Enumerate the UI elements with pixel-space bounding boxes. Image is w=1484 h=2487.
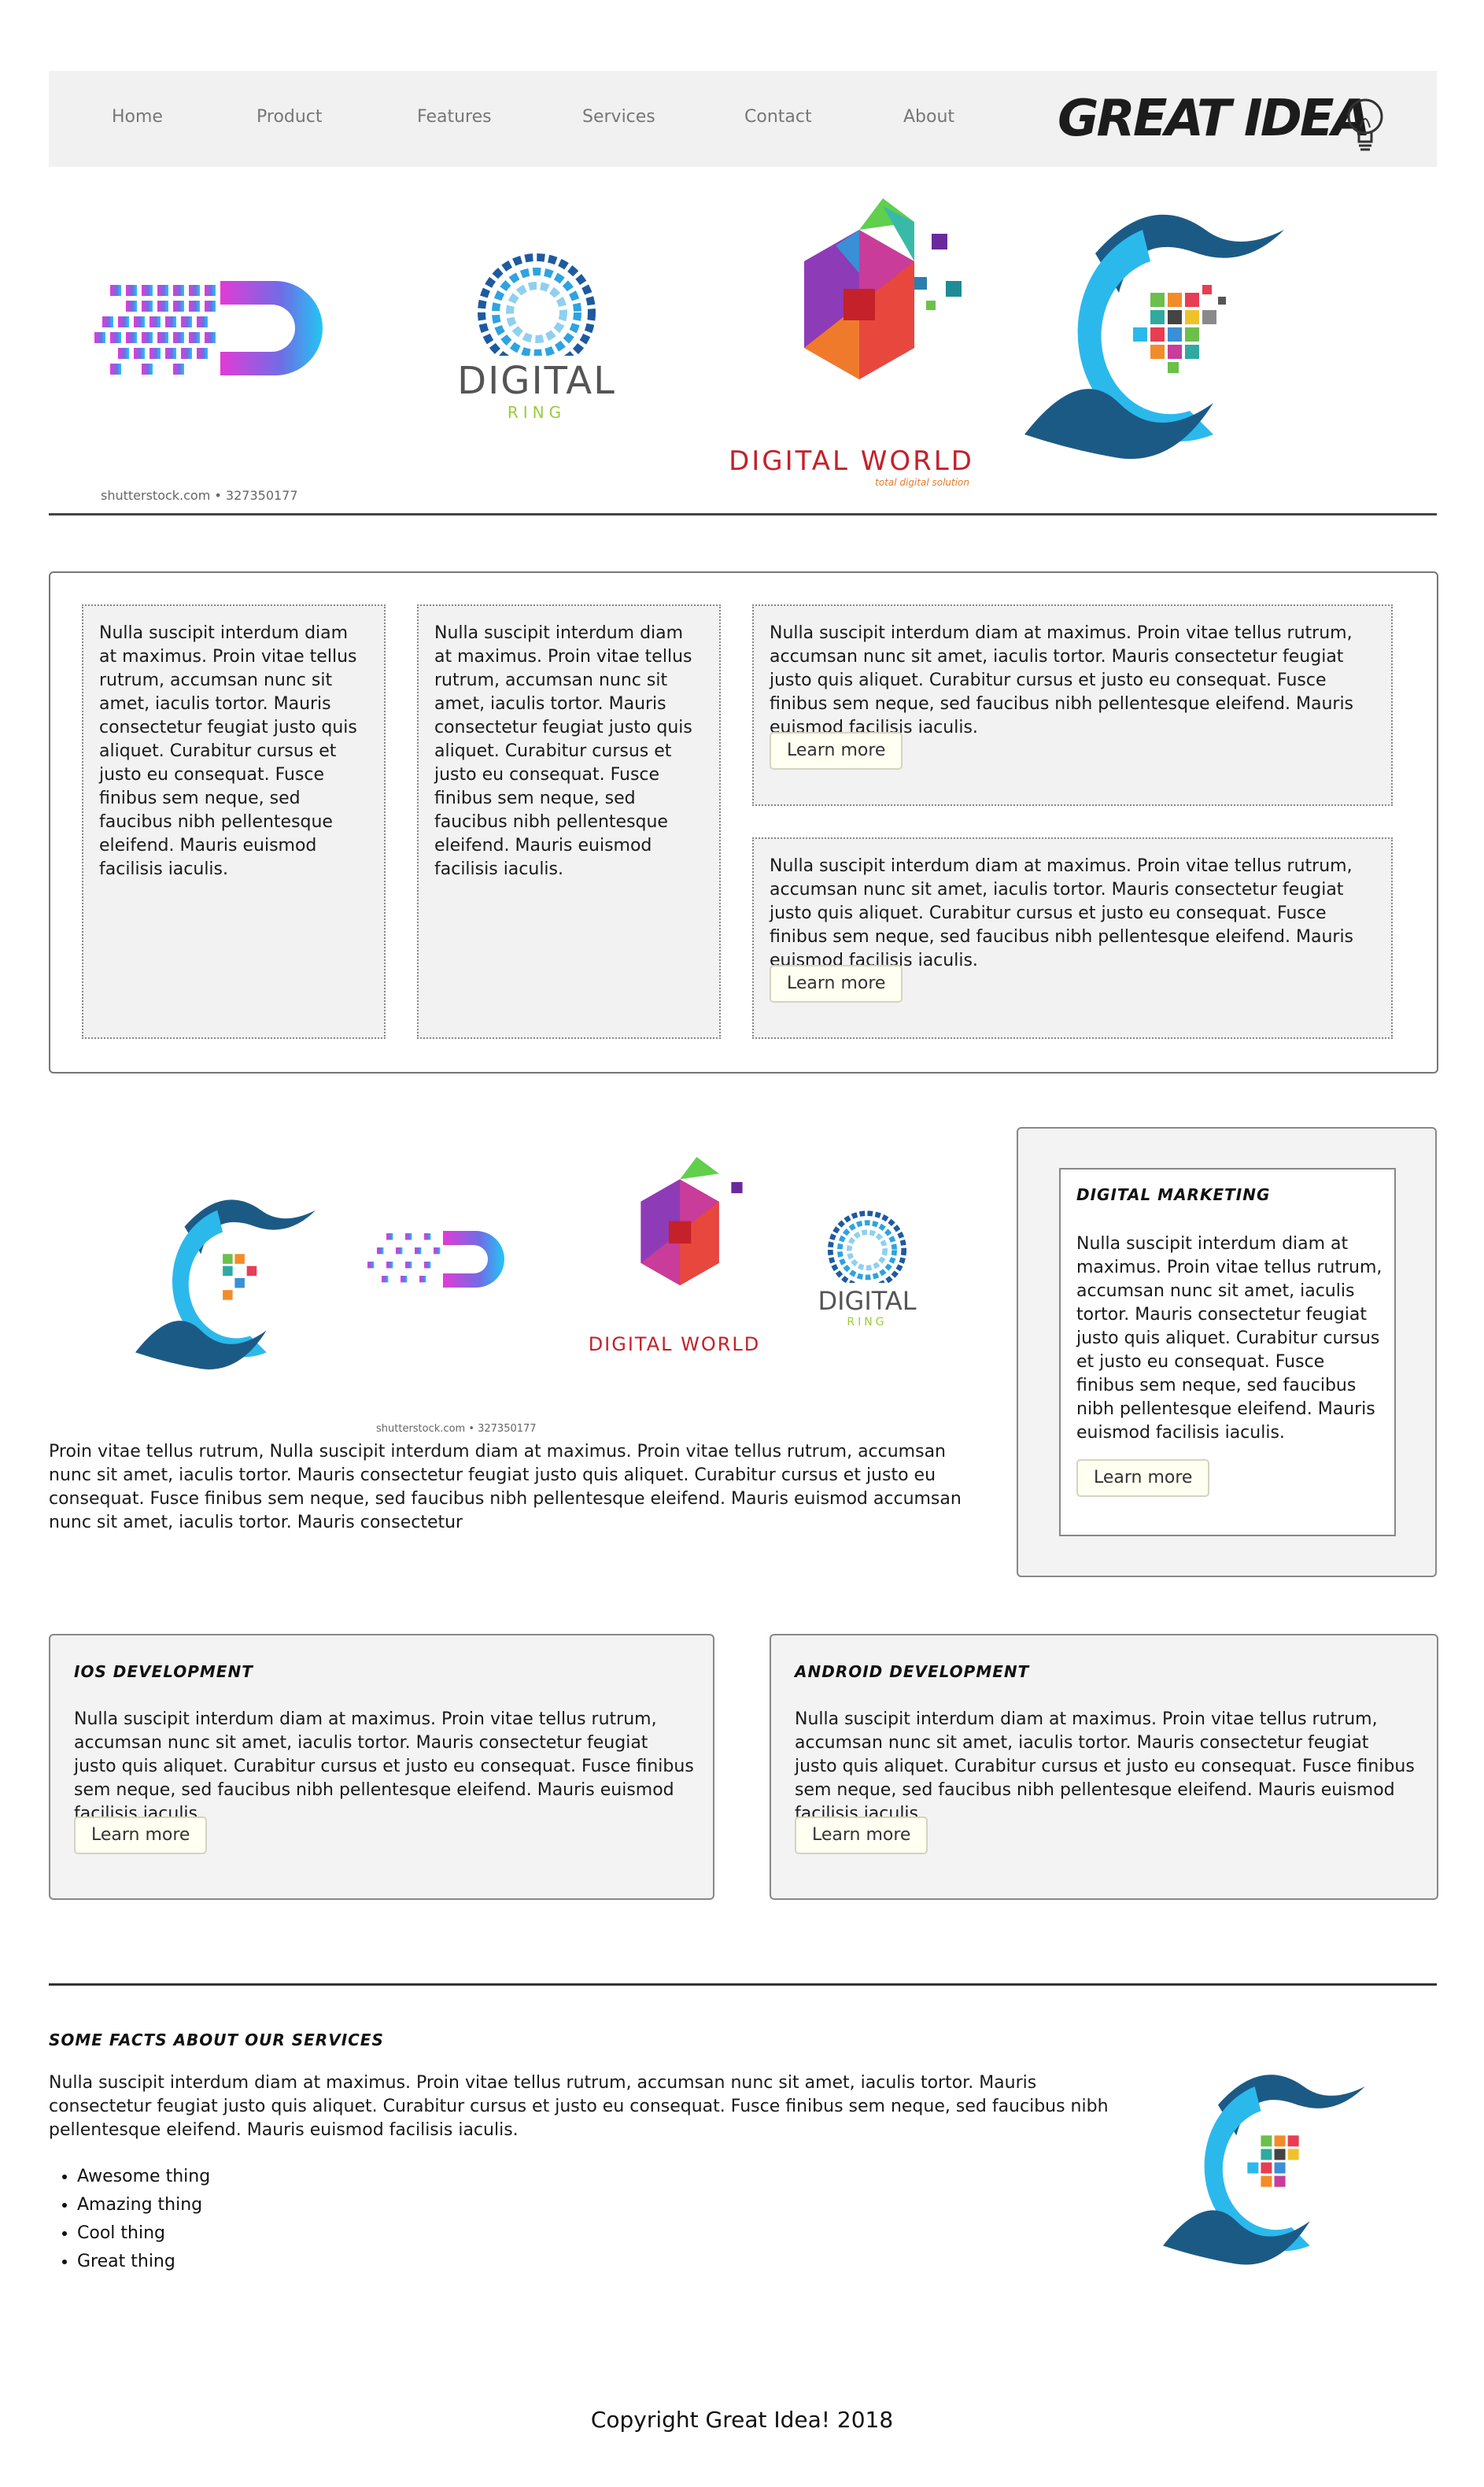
facts-title: SOME FACTS ABOUT OUR SERVICES bbox=[49, 2031, 384, 2049]
feature-column-1-text: Nulla suscipit interdum diam at maximus.… bbox=[99, 623, 357, 879]
feature-box-1: Nulla suscipit interdum diam at maximus.… bbox=[752, 604, 1393, 806]
digital-world-word-small: DIGITAL WORLD bbox=[588, 1333, 761, 1355]
feature-box-1-learn-more-button[interactable]: Learn more bbox=[770, 732, 903, 770]
top-navbar: Home Product Features Services Contact A… bbox=[49, 71, 1437, 167]
android-title: ANDROID DEVELOPMENT bbox=[795, 1662, 1030, 1681]
facts-list: Awesome thing Amazing thing Cool thing G… bbox=[49, 2163, 1119, 2276]
feature-column-2: Nulla suscipit interdum diam at maximus.… bbox=[417, 604, 721, 1039]
ios-title: IOS DEVELOPMENT bbox=[74, 1662, 253, 1681]
facts-text: Nulla suscipit interdum diam at maximus.… bbox=[49, 2073, 1109, 2140]
showcase-section: DIGITAL WORLD DIGITAL RING shutterstock.… bbox=[49, 1118, 993, 1543]
digital-world-logo: DIGITAL WORLD total digital solution bbox=[725, 198, 977, 497]
nav-services[interactable]: Services bbox=[582, 107, 655, 127]
showcase-caption: Proin vitae tellus rutrum, Nulla suscipi… bbox=[49, 1442, 962, 1532]
feature-column-2-text: Nulla suscipit interdum diam at maximus.… bbox=[434, 623, 692, 879]
android-text: Nulla suscipit interdum diam at maximus.… bbox=[795, 1709, 1415, 1824]
feature-box-2-text: Nulla suscipit interdum diam at maximus.… bbox=[770, 856, 1354, 970]
marketing-learn-more-button[interactable]: Learn more bbox=[1076, 1459, 1210, 1497]
list-item: Amazing thing bbox=[77, 2191, 1119, 2219]
digital-ring-logo: DIGITAL RING bbox=[442, 238, 631, 442]
marketing-card: DIGITAL MARKETING Nulla suscipit interdu… bbox=[1059, 1168, 1396, 1536]
feature-box-2: Nulla suscipit interdum diam at maximus.… bbox=[752, 837, 1393, 1039]
image-credit: shutterstock.com • 327350177 bbox=[101, 488, 298, 503]
nav-home[interactable]: Home bbox=[112, 107, 163, 127]
ring-word-small: RING bbox=[847, 1316, 888, 1328]
feature-column-1: Nulla suscipit interdum diam at maximus.… bbox=[82, 604, 386, 1039]
section-divider bbox=[49, 1983, 1437, 1986]
ios-text: Nulla suscipit interdum diam at maximus.… bbox=[74, 1709, 694, 1824]
nav-features[interactable]: Features bbox=[417, 107, 492, 127]
feature-box-2-learn-more-button[interactable]: Learn more bbox=[770, 965, 903, 1003]
feature-box-1-text: Nulla suscipit interdum diam at maximus.… bbox=[770, 623, 1354, 737]
marketing-text: Nulla suscipit interdum diam at maximus.… bbox=[1076, 1234, 1382, 1443]
android-learn-more-button[interactable]: Learn more bbox=[795, 1816, 928, 1854]
brand-name: GREAT IDEA bbox=[1058, 90, 1371, 148]
marketing-title: DIGITAL MARKETING bbox=[1076, 1185, 1271, 1204]
list-item: Great thing bbox=[77, 2248, 1119, 2276]
c-swirl-logo-facts bbox=[1163, 2075, 1365, 2265]
pixel-d-logo bbox=[94, 281, 323, 375]
digital-world-tagline: total digital solution bbox=[875, 477, 969, 488]
digital-world-logo-small: DIGITAL WORLD bbox=[584, 1157, 765, 1409]
c-swirl-logo bbox=[1024, 214, 1284, 460]
lightbulb-icon bbox=[1347, 98, 1383, 151]
android-card: ANDROID DEVELOPMENT Nulla suscipit inter… bbox=[770, 1634, 1438, 1900]
footer-copyright: Copyright Great Idea! 2018 bbox=[590, 2407, 894, 2433]
facts-section: SOME FACTS ABOUT OUR SERVICES Nulla susc… bbox=[49, 2031, 1119, 2276]
digital-ring-logo-small: DIGITAL RING bbox=[804, 1196, 930, 1369]
hero-banner: DIGITAL RING DIGITAL WORLD total digital… bbox=[49, 175, 1437, 516]
c-swirl-logo-small bbox=[135, 1199, 316, 1369]
list-item: Cool thing bbox=[77, 2219, 1119, 2248]
ios-learn-more-button[interactable]: Learn more bbox=[74, 1816, 208, 1854]
list-item: Awesome thing bbox=[77, 2163, 1119, 2191]
marketing-panel: DIGITAL MARKETING Nulla suscipit interdu… bbox=[1017, 1127, 1437, 1577]
nav-about[interactable]: About bbox=[903, 107, 954, 127]
brand-logo[interactable]: GREAT IDEA bbox=[1054, 85, 1383, 156]
pixel-d-logo-small bbox=[367, 1231, 504, 1288]
showcase-image-credit: shutterstock.com • 327350177 bbox=[376, 1423, 537, 1435]
digital-ring-word: DIGITAL bbox=[457, 359, 616, 403]
ring-word: RING bbox=[507, 403, 567, 422]
digital-ring-word-small: DIGITAL bbox=[818, 1286, 917, 1316]
digital-world-word: DIGITAL WORLD bbox=[729, 445, 974, 477]
nav-contact[interactable]: Contact bbox=[744, 107, 812, 127]
features-panel: Nulla suscipit interdum diam at maximus.… bbox=[49, 571, 1438, 1074]
nav-product[interactable]: Product bbox=[257, 107, 323, 127]
ios-card: IOS DEVELOPMENT Nulla suscipit interdum … bbox=[49, 1634, 714, 1900]
